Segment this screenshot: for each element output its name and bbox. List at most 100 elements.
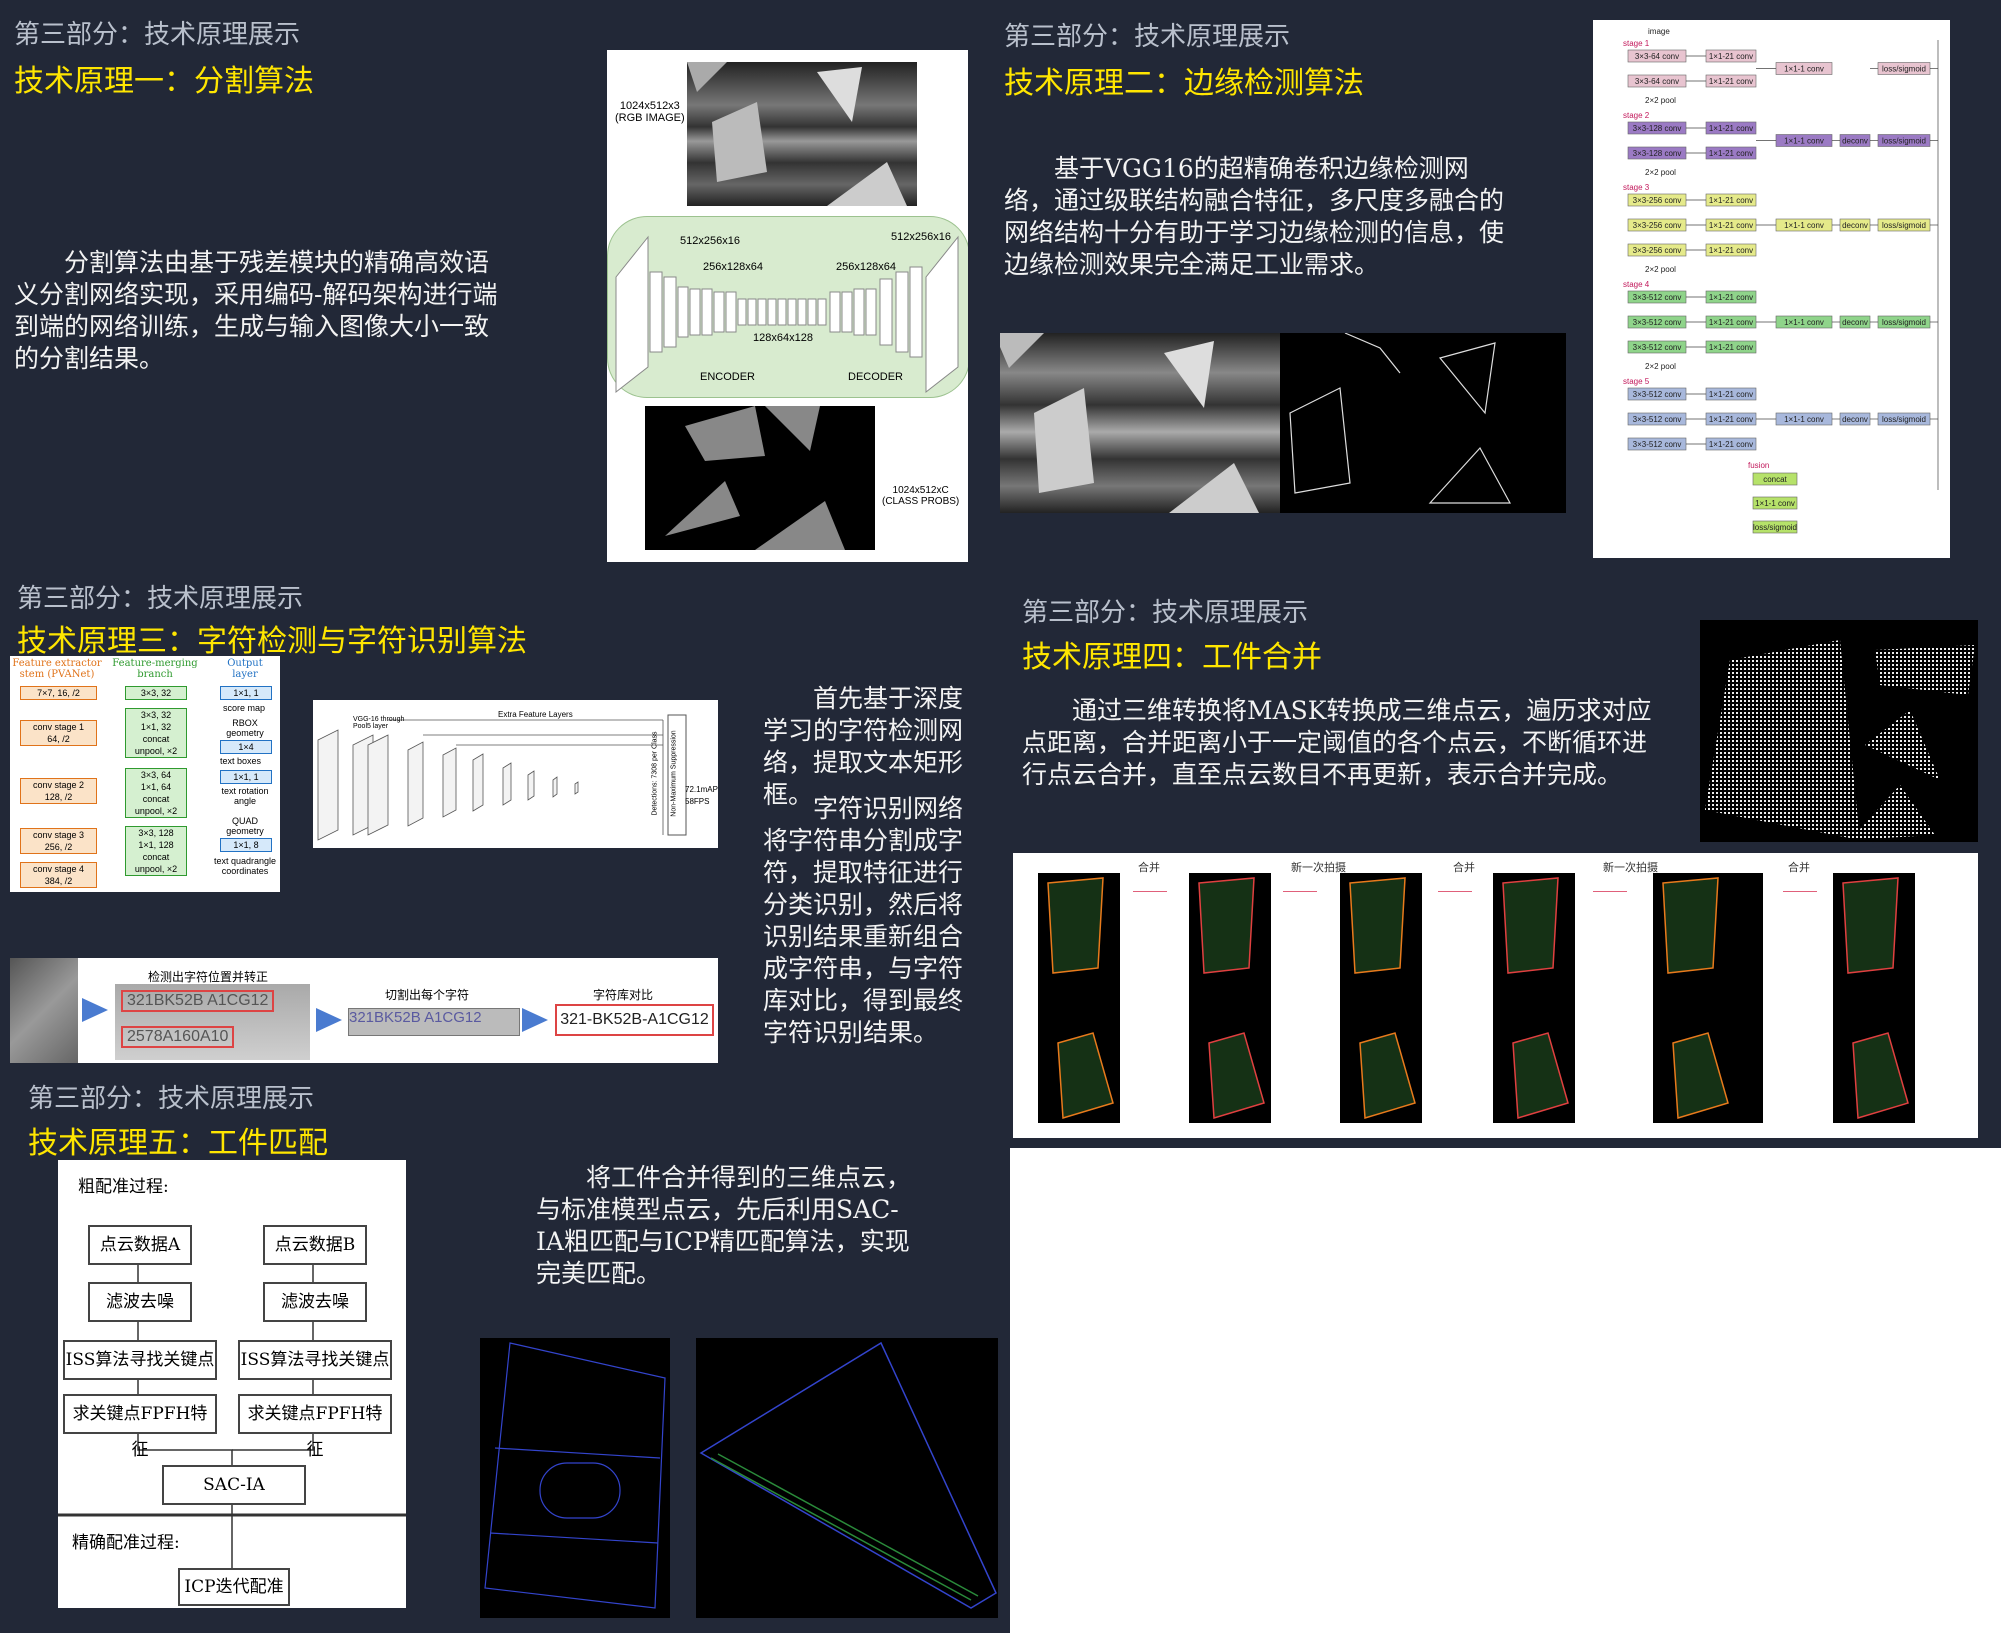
ssd-fps: 58FPS [685, 797, 710, 806]
pool-label: 2×2 pool [1645, 362, 1676, 371]
page-title: 技术原理二：边缘检测算法 [1004, 66, 1364, 101]
step-label: 切割出每个字符 [385, 988, 470, 1002]
match-outline-2 [699, 1341, 997, 1609]
merge-box: 3×3, 128 1×1, 128 concat unpool, ×2 [125, 826, 187, 876]
detected-line-2: 2578A160A10 [121, 1026, 235, 1048]
side-conv-label: 1×1-21 conv [1709, 415, 1753, 424]
one-conv-label: 1×1-1 conv [1784, 221, 1824, 230]
conv-label: 3×3-128 conv [1633, 149, 1682, 158]
arrow-icon [1593, 891, 1627, 892]
node-filter-a: 滤波去噪 [88, 1282, 192, 1322]
east-head-3: Output layer [227, 658, 263, 680]
deconv-label: deconv [1842, 137, 1868, 146]
side-conv-label: 1×1-21 conv [1709, 293, 1753, 302]
ssd-vgg: VGG-16 through Pool5 layer [353, 716, 405, 730]
loss-label: loss/sigmoid [1882, 318, 1926, 327]
coarse-label: 粗配准过程: [78, 1177, 169, 1197]
step-label: 字符库对比 [593, 988, 654, 1002]
east-figure: Feature extractor stem (PVANet) Feature-… [10, 656, 280, 892]
stem-box: 7×7, 16, /2 [20, 686, 97, 700]
step-label: 检测出字符位置并转正 [148, 970, 269, 984]
mask-shapes [665, 406, 845, 550]
node-fpfh-b: 求关键点FPFH特征 [238, 1394, 392, 1460]
hed-network: image stage 1 3×3-64 conv 1×1-21 conv 3×3-64… [1623, 27, 1939, 534]
page-title: 技术原理一：分割算法 [14, 64, 314, 99]
conv-label: 3×3-64 conv [1635, 52, 1679, 61]
stem-box: conv stage 2 128, /2 [20, 778, 97, 804]
out-box: 1×1, 1 [220, 686, 272, 700]
east-head-2: Feature-merging branch [112, 658, 198, 680]
merge-frame [1340, 873, 1422, 1123]
raw-metal-image [10, 958, 78, 1063]
out-box: 1×1, 8 [220, 838, 272, 852]
arrow-icon [316, 1008, 342, 1032]
deconv-label: deconv [1842, 415, 1868, 424]
conv-label: 3×3-64 conv [1635, 77, 1679, 86]
merge-sequence-figure: 合并 新一次拍摄 合并 新一次拍摄 合并 [1013, 853, 1978, 1138]
merge-frame [1653, 873, 1763, 1123]
conv-label: 3×3-128 conv [1633, 124, 1682, 133]
section-label: 第三部分：技术原理展示 [1022, 598, 1309, 628]
panel-matching: 第三部分：技术原理展示 技术原理五：工件匹配 将工件合并得到的三维点云，与标准模… [0, 1070, 1010, 1633]
ssd-figure: Extra Feature Layers VGG-16 through Pool… [313, 700, 718, 848]
dim-label-4: 512x256x16 [891, 231, 951, 243]
body-text: 基于VGG16的超精确卷积边缘检测网络，通过级联结构融合特征，多尺度多融合的网络… [1004, 154, 1505, 279]
concat-label: concat [1763, 475, 1787, 484]
merge-step-label: 合并 [1788, 861, 1810, 874]
section-label: 第三部分：技术原理展示 [17, 584, 304, 614]
stem-box: conv stage 1 64, /2 [20, 720, 97, 746]
panel-edge: 第三部分：技术原理展示 技术原理二：边缘检测算法 基于VGG16的超精确卷积边缘… [1000, 0, 2001, 570]
panel-ocr: 第三部分：技术原理展示 技术原理三：字符检测与字符识别算法 Feature ex… [0, 570, 1010, 1070]
encoder-label: ENCODER [700, 371, 756, 383]
loss-label: loss/sigmoid [1882, 415, 1926, 424]
conv-label: 3×3-512 conv [1633, 318, 1682, 327]
segnet-figure: 1024x512x3 (RGB IMAGE) 512x256x16 256x12… [607, 50, 968, 562]
merge-frame [1493, 873, 1575, 1123]
ssd-nms: Non-Maximum Suppression [670, 730, 678, 817]
blank-area [1010, 1148, 2001, 1633]
merge-box: 3×3, 32 1×1, 32 concat unpool, ×2 [125, 708, 187, 758]
merge-step-label: 新一次拍摄 [1291, 861, 1346, 874]
conv-label: 3×3-512 conv [1633, 440, 1682, 449]
workpiece-shapes [687, 62, 907, 206]
stage-label: stage 4 [1623, 280, 1650, 289]
fine-label: 精确配准过程: [72, 1533, 180, 1553]
panel-merge: 第三部分：技术原理展示 技术原理四：工件合并 通过三维转换将MASK转换成三维点… [1010, 570, 2001, 1148]
fusion-loss-label: loss/sigmoid [1753, 523, 1797, 532]
registration-flowchart: 粗配准过程: 点云数据A 点云数据B 滤波去噪 滤波去噪 ISS算法寻找关键点 … [58, 1160, 406, 1608]
arrow-icon [1783, 891, 1817, 892]
merge-outline [1349, 877, 1416, 1119]
section-label: 第三部分：技术原理展示 [28, 1084, 315, 1114]
pool-label: 2×2 pool [1645, 96, 1676, 105]
merge-outline [1198, 877, 1265, 1119]
merge-step-label: 新一次拍摄 [1603, 861, 1658, 874]
arrow-icon [1438, 891, 1472, 892]
conv-label: 3×3-256 conv [1633, 221, 1682, 230]
body-text: 通过三维转换将MASK转换成三维点云，遍历求对应点距离，合并距离小于一定阈值的各… [1022, 696, 1652, 789]
merge-step-label: 合并 [1453, 861, 1475, 874]
ssd-title: Extra Feature Layers [498, 710, 573, 719]
out-label: score map [223, 703, 266, 713]
conv-label: 3×3-512 conv [1633, 415, 1682, 424]
hed-network-figure: image stage 1 3×3-64 conv 1×1-21 conv 3×3-64… [1593, 20, 1950, 558]
body-text-1: 首先基于深度学习的字符检测网络，提取文本矩形框。 [763, 684, 964, 809]
ssd-det: Detections: 7308 per Class [651, 731, 659, 816]
conv-label: 3×3-512 conv [1633, 343, 1682, 352]
side-conv-label: 1×1-21 conv [1709, 124, 1753, 133]
side-conv-label: 1×1-21 conv [1709, 343, 1753, 352]
node-cloud-b: 点云数据B [263, 1225, 367, 1265]
side-conv-label: 1×1-21 conv [1709, 196, 1753, 205]
fusion-label: fusion [1748, 461, 1769, 470]
conv-label: 3×3-256 conv [1633, 246, 1682, 255]
merge-frame [1833, 873, 1915, 1123]
loss-label: loss/sigmoid [1882, 221, 1926, 230]
match-outline-1 [484, 1342, 666, 1609]
out-box: 1×1, 1 [220, 770, 272, 784]
merge-frame [1189, 873, 1271, 1123]
encoder-decoder-layers [615, 235, 959, 394]
merge-outline [1047, 877, 1114, 1119]
page-title: 技术原理三：字符检测与字符识别算法 [17, 624, 527, 659]
arrow-icon [522, 1008, 548, 1032]
pool-label: 2×2 pool [1645, 265, 1676, 274]
panel-segmentation: 第三部分：技术原理展示 技术原理一：分割算法 分割算法由基于残差模块的精确高效语… [0, 0, 1000, 570]
